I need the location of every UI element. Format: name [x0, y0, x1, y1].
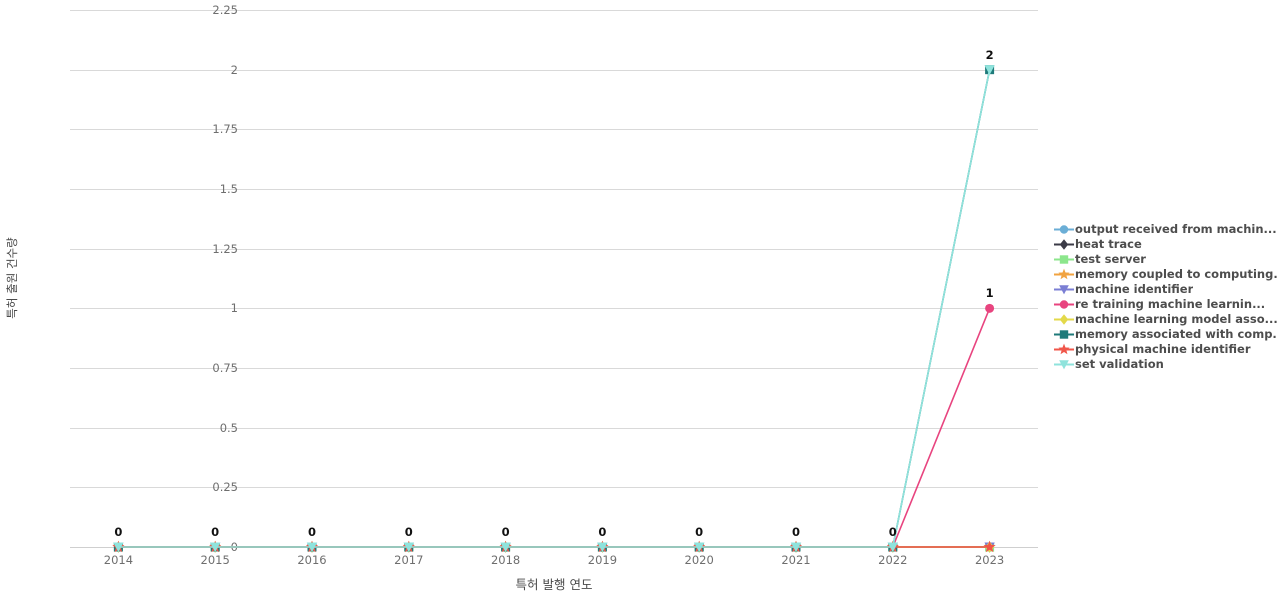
legend-item-label: output received from machin...: [1075, 222, 1277, 236]
diamond-marker-icon: [1053, 312, 1075, 327]
y-axis-title: 특허 출원 건수량: [5, 237, 19, 319]
x-tick-label: 2021: [781, 553, 811, 567]
legend-item-6[interactable]: machine learning model asso...: [1053, 312, 1277, 327]
triangle-down-marker-icon: [1053, 282, 1075, 297]
square-marker-icon: [1053, 327, 1075, 342]
legend-item-5[interactable]: re training machine learnin...: [1053, 297, 1277, 312]
chart-root: 0 0.25 0.5 0.75 1 1.25 1.5 1.75 2 2.25 0000000002…: [0, 0, 1280, 600]
legend-item-4[interactable]: machine identifier: [1053, 282, 1277, 297]
diamond-marker-icon: [1053, 237, 1075, 252]
x-axis-title: 특허 발행 연도: [515, 577, 593, 592]
legend-item-label: machine learning model asso...: [1075, 312, 1277, 326]
legend-item-0[interactable]: output received from machin...: [1053, 222, 1277, 237]
x-tick-label: 2023: [974, 553, 1005, 567]
x-tick-label: 2015: [200, 553, 230, 567]
legend-item-9[interactable]: set validation: [1053, 357, 1277, 372]
point-value-label: 2: [985, 47, 994, 62]
x-tick-label: 2017: [394, 553, 424, 567]
legend: output received from machin... heat trace…: [1053, 222, 1277, 372]
x-tick-label: 2014: [103, 553, 134, 567]
circle-marker-icon: [1053, 222, 1075, 237]
legend-item-label: memory associated with comp...: [1075, 327, 1277, 341]
point-value-label: 0: [404, 525, 413, 539]
legend-item-7[interactable]: memory associated with comp...: [1053, 327, 1277, 342]
point-value-label: 0: [501, 525, 510, 539]
legend-item-label: heat trace: [1075, 237, 1142, 251]
x-tick-label: 2018: [490, 553, 521, 567]
star-marker-icon: [1053, 342, 1075, 357]
point-value-label: 0: [307, 525, 317, 539]
legend-item-label: re training machine learnin...: [1075, 297, 1266, 311]
point-value-label: 0: [888, 525, 897, 539]
point-value-label: 1: [985, 286, 994, 301]
x-tick-label: 2019: [587, 553, 618, 567]
legend-item-label: memory coupled to computing...: [1075, 267, 1277, 281]
star-marker-icon: [1053, 267, 1075, 282]
legend-item-3[interactable]: memory coupled to computing...: [1053, 267, 1277, 282]
point-value-label: 0: [695, 525, 704, 539]
circle-marker-icon: [1053, 297, 1075, 312]
square-marker-icon: [1053, 252, 1075, 267]
plot-area: [70, 10, 1038, 547]
legend-item-2[interactable]: test server: [1053, 252, 1277, 267]
legend-item-label: physical machine identifier: [1075, 342, 1251, 356]
x-tick-label: 2020: [684, 553, 714, 567]
x-tick-label: 2022: [878, 553, 908, 567]
triangle-down-marker-icon: [1053, 357, 1075, 372]
legend-item-label: set validation: [1075, 357, 1164, 371]
point-value-label: 0: [791, 525, 801, 539]
x-tick-label: 2016: [297, 553, 327, 567]
legend-item-8[interactable]: physical machine identifier: [1053, 342, 1277, 357]
point-value-label: 0: [598, 525, 607, 539]
legend-item-1[interactable]: heat trace: [1053, 237, 1277, 252]
legend-item-label: test server: [1075, 252, 1146, 266]
point-value-label: 0: [114, 525, 123, 539]
point-value-label: 0: [211, 525, 220, 539]
legend-item-label: machine identifier: [1075, 282, 1194, 296]
